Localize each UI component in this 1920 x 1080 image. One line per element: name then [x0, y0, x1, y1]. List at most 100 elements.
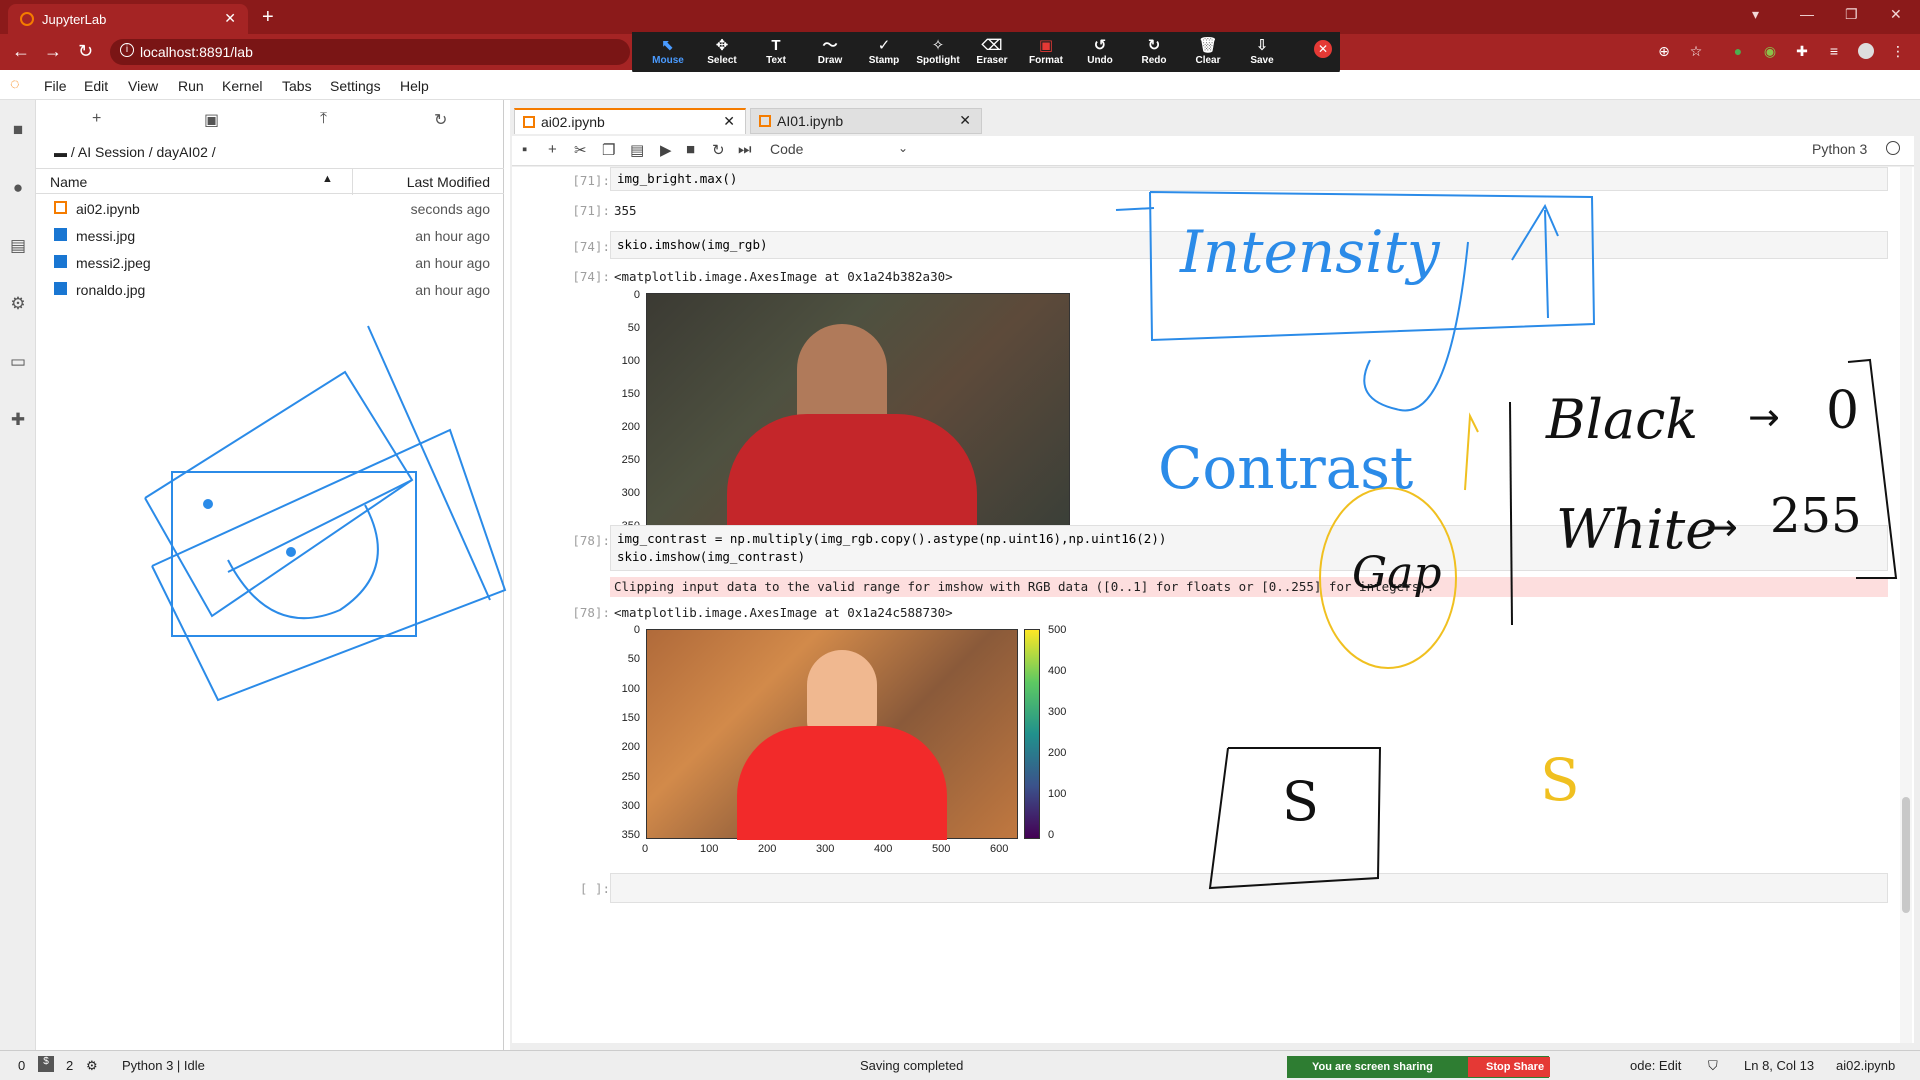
- refresh-icon[interactable]: ↻: [434, 110, 447, 130]
- file-row[interactable]: ai02.ipynb seconds ago: [36, 196, 504, 222]
- tool-select[interactable]: ✥ Select: [696, 36, 748, 66]
- extension-color-icon[interactable]: ◉: [1762, 43, 1778, 59]
- insert-cell-icon[interactable]: +: [548, 141, 557, 158]
- menu-view[interactable]: View: [128, 78, 158, 94]
- extension-manager-icon[interactable]: ✚: [8, 410, 28, 430]
- run-icon[interactable]: ▶: [660, 141, 672, 159]
- menu-tabs[interactable]: Tabs: [282, 78, 312, 94]
- close-icon[interactable]: ✕: [723, 113, 735, 130]
- copy-icon[interactable]: ❐: [602, 141, 615, 159]
- back-icon[interactable]: ←: [12, 41, 30, 62]
- new-launcher-icon[interactable]: +: [92, 110, 101, 128]
- menu-run[interactable]: Run: [178, 78, 204, 94]
- column-divider: [352, 169, 353, 195]
- close-annotation-icon[interactable]: ✕: [1314, 40, 1332, 58]
- tool-save[interactable]: ⇩ Save: [1236, 36, 1288, 66]
- property-inspector-icon[interactable]: ⚙: [8, 294, 28, 314]
- menu-kernel[interactable]: Kernel: [222, 78, 262, 94]
- bookmark-star-icon[interactable]: ☆: [1688, 43, 1704, 59]
- extensions-puzzle-icon[interactable]: ✚: [1794, 43, 1810, 59]
- file-row[interactable]: messi2.jpeg an hour ago: [36, 250, 504, 276]
- window-close-icon[interactable]: ✕: [1890, 6, 1902, 23]
- scrollbar-thumb[interactable]: [1902, 797, 1910, 913]
- tab-ai01[interactable]: AI01.ipynb ✕: [750, 108, 982, 134]
- file-row[interactable]: ronaldo.jpg an hour ago: [36, 277, 504, 303]
- player-jersey: [727, 414, 977, 532]
- empty-code-cell[interactable]: [610, 873, 1888, 903]
- commands-icon[interactable]: ▤: [8, 236, 28, 256]
- tool-draw[interactable]: 〜 Draw: [804, 36, 856, 66]
- y-tick-label: 250: [621, 770, 640, 783]
- reload-icon[interactable]: ↻: [78, 41, 93, 62]
- chevron-down-icon[interactable]: ⌄: [898, 141, 908, 155]
- kernel-name[interactable]: Python 3: [1812, 141, 1867, 157]
- tool-text[interactable]: T Text: [750, 36, 802, 66]
- tool-stamp[interactable]: ✓ Stamp: [858, 36, 910, 66]
- code-cell[interactable]: img_bright.max(): [610, 167, 1888, 191]
- output-prompt: [71]:: [572, 203, 610, 218]
- output-prompt: [78]:: [572, 605, 610, 620]
- tool-label: Text: [766, 55, 786, 66]
- folder-icon[interactable]: ■: [8, 120, 28, 140]
- kernel-status[interactable]: Python 3 | Idle: [122, 1058, 205, 1073]
- maximize-icon[interactable]: ❐: [1845, 6, 1858, 23]
- last-modified-column-header[interactable]: Last Modified: [407, 174, 490, 190]
- menu-help[interactable]: Help: [400, 78, 429, 94]
- menu-file[interactable]: File: [44, 78, 67, 94]
- avatar[interactable]: [1858, 43, 1874, 59]
- kernel-gear-icon[interactable]: ⚙: [86, 1058, 98, 1074]
- reading-list-icon[interactable]: ≡: [1826, 43, 1842, 59]
- close-tab-icon[interactable]: ✕: [224, 10, 236, 27]
- browser-menu-icon[interactable]: ⋮: [1890, 43, 1906, 59]
- save-icon[interactable]: ▪: [522, 141, 527, 158]
- cursor-position[interactable]: Ln 8, Col 13: [1744, 1058, 1814, 1073]
- eraser-icon: ⌫: [981, 37, 1003, 54]
- browser-tab[interactable]: JupyterLab ✕: [8, 4, 248, 34]
- tabs-icon[interactable]: ▭: [8, 352, 28, 372]
- running-icon[interactable]: ●: [8, 178, 28, 198]
- notebook-icon: [523, 116, 535, 128]
- cell-output: <matplotlib.image.AxesImage at 0x1a24b38…: [614, 269, 953, 284]
- new-folder-icon[interactable]: ▣: [204, 110, 219, 130]
- cell-type-select[interactable]: Code: [770, 141, 803, 157]
- tool-format[interactable]: ▣ Format: [1020, 36, 1072, 66]
- terminal-icon[interactable]: $: [38, 1056, 54, 1072]
- new-tab-icon[interactable]: +: [262, 6, 274, 29]
- cut-icon[interactable]: ✂: [574, 141, 587, 159]
- forward-icon[interactable]: →: [44, 41, 62, 62]
- code-line-1: img_contrast = np.multiply(img_rgb.copy(…: [617, 531, 1167, 546]
- upload-icon[interactable]: ⤒: [320, 110, 327, 128]
- y-tick-label: 150: [621, 388, 640, 400]
- menu-settings[interactable]: Settings: [330, 78, 381, 94]
- paste-icon[interactable]: ▤: [630, 141, 644, 159]
- profile-menu-icon[interactable]: ▾: [1752, 6, 1759, 23]
- tool-spotlight[interactable]: ✧ Spotlight: [912, 36, 964, 66]
- tool-label: Spotlight: [916, 55, 960, 66]
- menu-edit[interactable]: Edit: [84, 78, 108, 94]
- file-row[interactable]: messi.jpg an hour ago: [36, 223, 504, 249]
- tool-redo[interactable]: ↻ Redo: [1128, 36, 1180, 66]
- stop-icon[interactable]: ■: [686, 141, 695, 158]
- restart-icon[interactable]: ↻: [712, 141, 725, 159]
- tab-ai02[interactable]: ai02.ipynb ✕: [514, 108, 746, 134]
- name-column-header[interactable]: Name: [50, 174, 87, 190]
- code-cell[interactable]: skio.imshow(img_rgb): [610, 231, 1888, 259]
- stop-share-button[interactable]: Stop Share: [1468, 1057, 1550, 1077]
- code-cell[interactable]: img_contrast = np.multiply(img_rgb.copy(…: [610, 525, 1888, 571]
- close-icon[interactable]: ✕: [959, 112, 971, 129]
- file-name: messi.jpg: [76, 228, 136, 244]
- jupyter-favicon-icon: [20, 12, 34, 26]
- tool-mouse[interactable]: ⬉ Mouse: [642, 36, 694, 66]
- tool-undo[interactable]: ↺ Undo: [1074, 36, 1126, 66]
- fast-forward-icon[interactable]: ⏭: [738, 141, 752, 158]
- zoom-icon[interactable]: ⊕: [1656, 43, 1672, 59]
- breadcrumb[interactable]: ▬ / AI Session / dayAI02 /: [54, 144, 216, 160]
- extension-green-icon[interactable]: ●: [1730, 43, 1746, 59]
- mode-indicator[interactable]: ode: Edit: [1630, 1058, 1681, 1073]
- scrollbar[interactable]: [1900, 167, 1912, 1043]
- url-field[interactable]: i localhost:8891/lab: [110, 39, 630, 65]
- activity-bar: ■ ● ▤ ⚙ ▭ ✚: [0, 100, 36, 1050]
- tool-eraser[interactable]: ⌫ Eraser: [966, 36, 1018, 66]
- tool-clear[interactable]: 🗑 Clear: [1182, 36, 1234, 66]
- minimize-icon[interactable]: —: [1800, 6, 1814, 22]
